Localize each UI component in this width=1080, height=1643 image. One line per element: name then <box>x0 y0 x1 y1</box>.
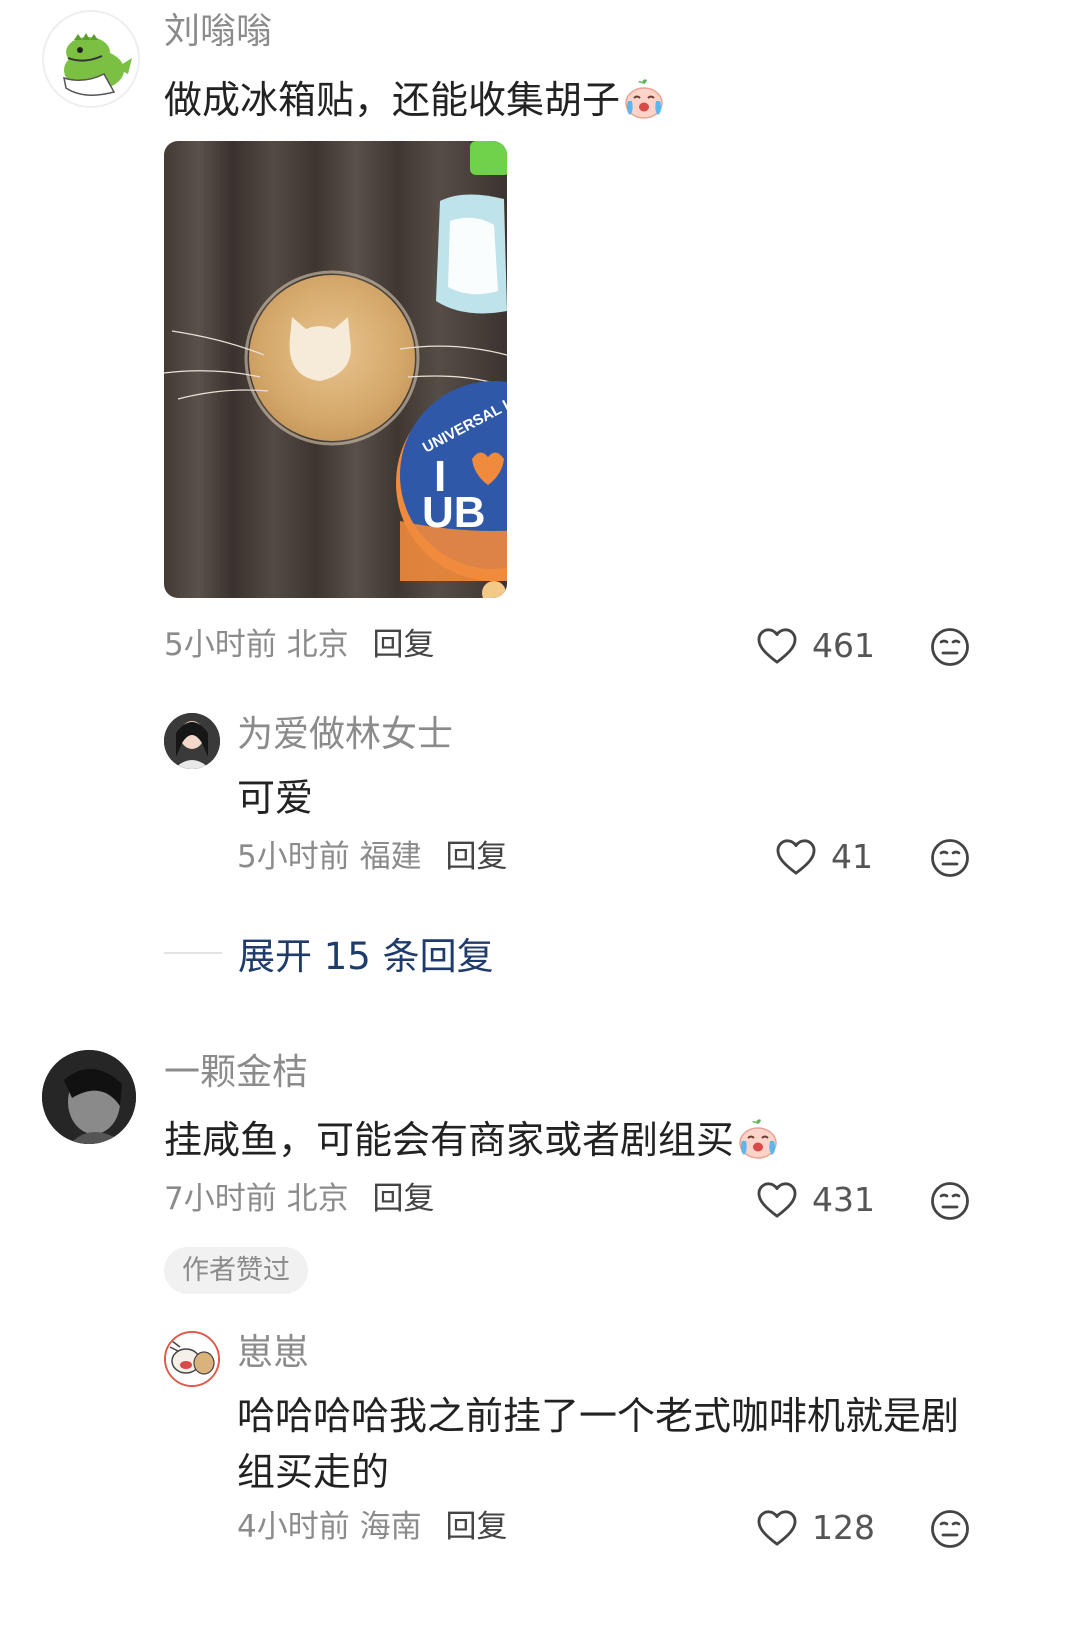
neutral-face-icon[interactable] <box>930 1509 970 1549</box>
heart-outline-icon <box>756 627 798 665</box>
reply-location: 福建 <box>359 839 422 875</box>
username[interactable]: 一颗金桔 <box>164 1055 308 1091</box>
neutral-face-icon[interactable] <box>930 627 970 667</box>
like-count: 461 <box>812 626 875 665</box>
magnet-text-3: UB <box>422 488 486 537</box>
comment-time: 5小时前 <box>164 627 277 663</box>
like-count: 41 <box>831 837 873 876</box>
comment-meta: 7小时前 北京 回复 <box>164 1184 434 1215</box>
avatar[interactable] <box>42 10 140 108</box>
avatar[interactable] <box>164 713 220 769</box>
comment-time: 7小时前 <box>164 1181 277 1217</box>
expand-divider <box>164 952 222 954</box>
reply-button[interactable]: 回复 <box>445 1509 507 1545</box>
username[interactable]: 刘嗡嗡 <box>164 14 272 50</box>
reply-time: 5小时前 <box>237 839 350 875</box>
heart-outline-icon <box>756 1509 798 1547</box>
reply-time: 4小时前 <box>237 1509 350 1545</box>
heart-outline-icon <box>756 1181 798 1219</box>
comment-text-content: 做成冰箱贴，还能收集胡子 <box>164 78 621 122</box>
comment-text: 做成冰箱贴，还能收集胡子 <box>164 72 1024 128</box>
like-button[interactable]: 41 <box>775 837 873 876</box>
heart-outline-icon <box>775 838 817 876</box>
reply-text: 哈哈哈哈我之前挂了一个老式咖啡机就是剧组买走的 <box>237 1394 960 1494</box>
like-count: 431 <box>812 1180 875 1219</box>
author-liked-badge: 作者赞过 <box>164 1247 308 1294</box>
expand-replies-label: 展开 15 条回复 <box>238 935 494 978</box>
photo-content: UNIVERSAL LOVE I UB <box>164 141 507 598</box>
reply-button[interactable]: 回复 <box>445 839 507 875</box>
comment-location: 北京 <box>286 627 349 663</box>
neutral-face-icon[interactable] <box>930 1181 970 1221</box>
username[interactable]: 崽崽 <box>237 1335 309 1371</box>
comment-location: 北京 <box>286 1181 349 1217</box>
reply-button[interactable]: 回复 <box>372 627 434 663</box>
comment-text-content: 挂咸鱼，可能会有商家或者剧组买 <box>164 1118 735 1162</box>
crying-face-emoji-icon <box>622 77 666 121</box>
comment-meta: 5小时前 北京 回复 <box>164 630 434 661</box>
expand-replies-button[interactable]: 展开 15 条回复 <box>164 926 494 980</box>
like-button[interactable]: 128 <box>756 1508 875 1547</box>
reply-text: 可爱 <box>237 776 314 820</box>
username[interactable]: 为爱做林女士 <box>237 717 453 753</box>
neutral-face-icon[interactable] <box>930 838 970 878</box>
avatar[interactable] <box>42 1050 136 1144</box>
reply-meta: 4小时前 海南 回复 <box>237 1512 507 1543</box>
comment-text: 挂咸鱼，可能会有商家或者剧组买 <box>164 1112 1024 1168</box>
reply-button[interactable]: 回复 <box>372 1181 434 1217</box>
crying-face-emoji-icon <box>736 1117 780 1161</box>
like-count: 128 <box>812 1508 875 1547</box>
avatar[interactable] <box>164 1331 220 1387</box>
like-button[interactable]: 461 <box>756 626 875 665</box>
like-button[interactable]: 431 <box>756 1180 875 1219</box>
reply-meta: 5小时前 福建 回复 <box>237 842 507 873</box>
comment-photo[interactable]: UNIVERSAL LOVE I UB <box>164 141 507 598</box>
reply-location: 海南 <box>359 1509 422 1545</box>
